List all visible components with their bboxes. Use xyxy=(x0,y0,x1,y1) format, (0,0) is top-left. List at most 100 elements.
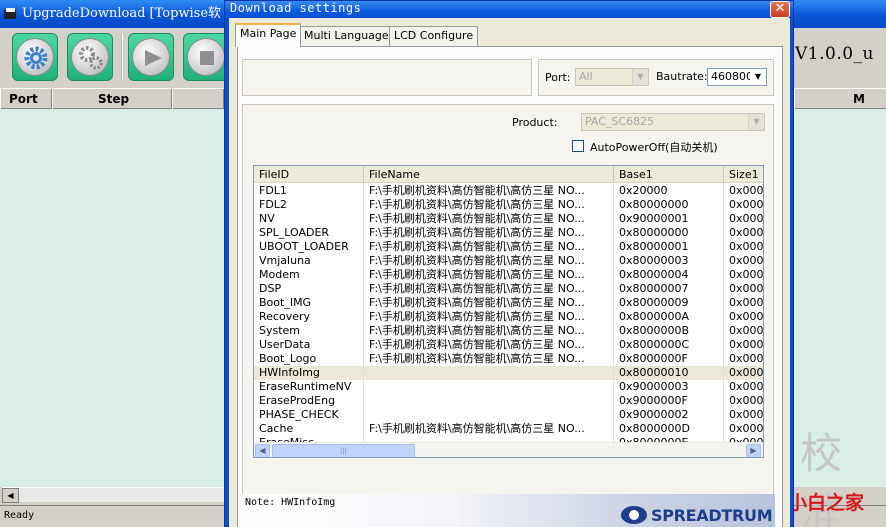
filename-cell: F:\手机刷机资料\高仿智能机\高仿三星 NO... xyxy=(364,226,614,240)
scrollbar-thumb[interactable]: ||| xyxy=(272,444,415,457)
product-select[interactable]: PAC_SC6825 ▼ xyxy=(581,113,765,131)
fileid-cell: Cache xyxy=(254,422,364,436)
table-row[interactable]: EraseProdEng 0x9000000F0x0000 xyxy=(254,394,763,408)
table-row[interactable]: SPL_LOADER F:\手机刷机资料\高仿智能机\高仿三星 NO... 0x80… xyxy=(254,226,763,240)
start-download-button[interactable] xyxy=(128,33,174,81)
fileid-cell: Boot_IMG xyxy=(254,296,364,310)
port-select[interactable]: All ▼ xyxy=(575,68,649,86)
base1-cell: 0x8000000B xyxy=(614,324,724,338)
base1-cell: 0x8000000A xyxy=(614,310,724,324)
tab-multi-languages[interactable]: Multi Languages xyxy=(299,26,400,46)
table-row[interactable]: Cache F:\手机刷机资料\高仿智能机\高仿三星 NO... 0x8000000… xyxy=(254,422,763,436)
settings-gears-icon xyxy=(71,38,109,76)
port-group-box xyxy=(242,59,532,96)
file-table-horizontal-scrollbar[interactable]: ◀ ||| ▶ xyxy=(254,442,763,457)
dialog-body: Main Page Multi Languages LCD Configure … xyxy=(229,18,790,527)
table-row[interactable]: PHASE_CHECK 0x900000020x0000 xyxy=(254,408,763,422)
table-row[interactable]: System F:\手机刷机资料\高仿智能机\高仿三星 NO... 0x800000… xyxy=(254,324,763,338)
size1-cell: 0x0000 xyxy=(724,422,763,436)
product-value: PAC_SC6825 xyxy=(585,115,655,128)
fileid-cell: UBOOT_LOADER xyxy=(254,240,364,254)
size1-cell: 0x0000 xyxy=(724,296,763,310)
product-label: Product: xyxy=(512,116,558,129)
size1-cell: 0x0000 xyxy=(724,324,763,338)
version-label: V1.0.0_u xyxy=(795,44,874,64)
filename-cell: F:\手机刷机资料\高仿智能机\高仿三星 NO... xyxy=(364,254,614,268)
scroll-left-icon[interactable]: ◀ xyxy=(2,488,19,503)
filename-cell: F:\手机刷机资料\高仿智能机\高仿三星 NO... xyxy=(364,338,614,352)
baudrate-select[interactable]: 460800 ▼ xyxy=(707,68,767,86)
fileid-cell: NV xyxy=(254,212,364,226)
scroll-left-icon[interactable]: ◀ xyxy=(255,444,270,457)
file-table-header: FileID FileName Base1 Size1 xyxy=(254,166,763,183)
fileid-cell: FDL1 xyxy=(254,184,364,198)
size1-cell: 0x0000 xyxy=(724,184,763,198)
fileid-cell: EraseProdEng xyxy=(254,394,364,408)
table-row[interactable]: UBOOT_LOADER F:\手机刷机资料\高仿智能机\高仿三星 NO... 0x… xyxy=(254,240,763,254)
column-port[interactable]: Port xyxy=(0,89,52,109)
size1-cell: 0x0000 xyxy=(724,408,763,422)
table-row[interactable]: Boot_Logo F:\手机刷机资料\高仿智能机\高仿三星 NO... 0x800… xyxy=(254,352,763,366)
table-row[interactable]: FDL1 F:\手机刷机资料\高仿智能机\高仿三星 NO... 0x20000 0x0… xyxy=(254,184,763,198)
column-m[interactable]: M xyxy=(794,89,886,109)
chevron-down-icon: ▼ xyxy=(750,69,766,85)
table-row[interactable]: Boot_IMG F:\手机刷机资料\高仿智能机\高仿三星 NO... 0x8000… xyxy=(254,296,763,310)
column-filename[interactable]: FileName xyxy=(364,166,614,183)
table-row[interactable]: NV F:\手机刷机资料\高仿智能机\高仿三星 NO... 0x90000001 0x… xyxy=(254,212,763,226)
base1-cell: 0x80000007 xyxy=(614,282,724,296)
close-icon[interactable]: ✕ xyxy=(770,1,790,18)
base1-cell: 0x80000000 xyxy=(614,198,724,212)
column-blank[interactable] xyxy=(172,89,224,109)
fileid-cell: FDL2 xyxy=(254,198,364,212)
fileid-cell: Boot_Logo xyxy=(254,352,364,366)
column-step[interactable]: Step xyxy=(52,89,172,109)
tab-main-page[interactable]: Main Page xyxy=(235,23,302,47)
download-settings-dialog: Download settings ✕ Main Page Multi Lang… xyxy=(224,0,794,527)
spreadtrum-logo: SPREADTRUM xyxy=(621,504,773,526)
file-table[interactable]: FileID FileName Base1 Size1 FDL1 F:\手机刷机资… xyxy=(253,165,764,458)
note-text: Note: HWInfoImg xyxy=(245,497,336,508)
chevron-down-icon: ▼ xyxy=(632,69,648,85)
main-horizontal-scrollbar[interactable]: ◀ xyxy=(2,487,224,503)
chevron-down-icon: ▼ xyxy=(748,114,764,130)
base1-cell: 0x80000010 xyxy=(614,366,724,380)
filename-cell: F:\手机刷机资料\高仿智能机\高仿三星 NO... xyxy=(364,268,614,282)
start-play-icon xyxy=(132,38,170,76)
app-window-icon xyxy=(4,8,16,19)
table-row[interactable]: Recovery F:\手机刷机资料\高仿智能机\高仿三星 NO... 0x8000… xyxy=(254,310,763,324)
table-row[interactable]: EraseRuntimeNV 0x900000030x0000 xyxy=(254,380,763,394)
scroll-right-icon[interactable]: ▶ xyxy=(746,444,761,457)
column-size1[interactable]: Size1 xyxy=(724,166,763,183)
baudrate-label: Bautrate: xyxy=(656,70,708,83)
autopoweroff-checkbox[interactable] xyxy=(572,140,584,152)
fileid-cell: Modem xyxy=(254,268,364,282)
settings-button[interactable] xyxy=(12,33,58,81)
size1-cell: 0x0000 xyxy=(724,254,763,268)
toolbar-separator xyxy=(121,34,123,80)
filename-cell xyxy=(364,366,614,380)
table-row[interactable]: DSP F:\手机刷机资料\高仿智能机\高仿三星 NO... 0x80000007 0… xyxy=(254,282,763,296)
stop-download-button[interactable] xyxy=(183,33,229,81)
size1-cell: 0x0000 xyxy=(724,198,763,212)
filename-cell: F:\手机刷机资料\高仿智能机\高仿三星 NO... xyxy=(364,184,614,198)
fileid-cell: UserData xyxy=(254,338,364,352)
size1-cell: 0x0000 xyxy=(724,268,763,282)
table-row[interactable]: FDL2 F:\手机刷机资料\高仿智能机\高仿三星 NO... 0x80000000… xyxy=(254,198,763,212)
table-row[interactable]: Vmjaluna F:\手机刷机资料\高仿智能机\高仿三星 NO... 0x8000… xyxy=(254,254,763,268)
column-fileid[interactable]: FileID xyxy=(254,166,364,183)
stop-icon xyxy=(187,38,225,76)
fileid-cell: HWInfoImg xyxy=(254,366,364,380)
base1-cell: 0x90000003 xyxy=(614,380,724,394)
filename-cell: F:\手机刷机资料\高仿智能机\高仿三星 NO... xyxy=(364,296,614,310)
table-row[interactable]: Modem F:\手机刷机资料\高仿智能机\高仿三星 NO... 0x8000000… xyxy=(254,268,763,282)
table-row[interactable]: UserData F:\手机刷机资料\高仿智能机\高仿三星 NO... 0x8000… xyxy=(254,338,763,352)
filename-cell: F:\手机刷机资料\高仿智能机\高仿三星 NO... xyxy=(364,352,614,366)
column-base1[interactable]: Base1 xyxy=(614,166,724,183)
tab-lcd-configure[interactable]: LCD Configure xyxy=(389,26,479,46)
table-row[interactable]: HWInfoImg 0x800000100x0000 xyxy=(254,366,763,380)
load-packet-button[interactable] xyxy=(67,33,113,81)
autopoweroff-label: AutoPowerOff(自动关机) xyxy=(590,141,718,154)
fileid-cell: SPL_LOADER xyxy=(254,226,364,240)
base1-cell: 0x90000001 xyxy=(614,212,724,226)
port-value: All xyxy=(579,70,593,83)
